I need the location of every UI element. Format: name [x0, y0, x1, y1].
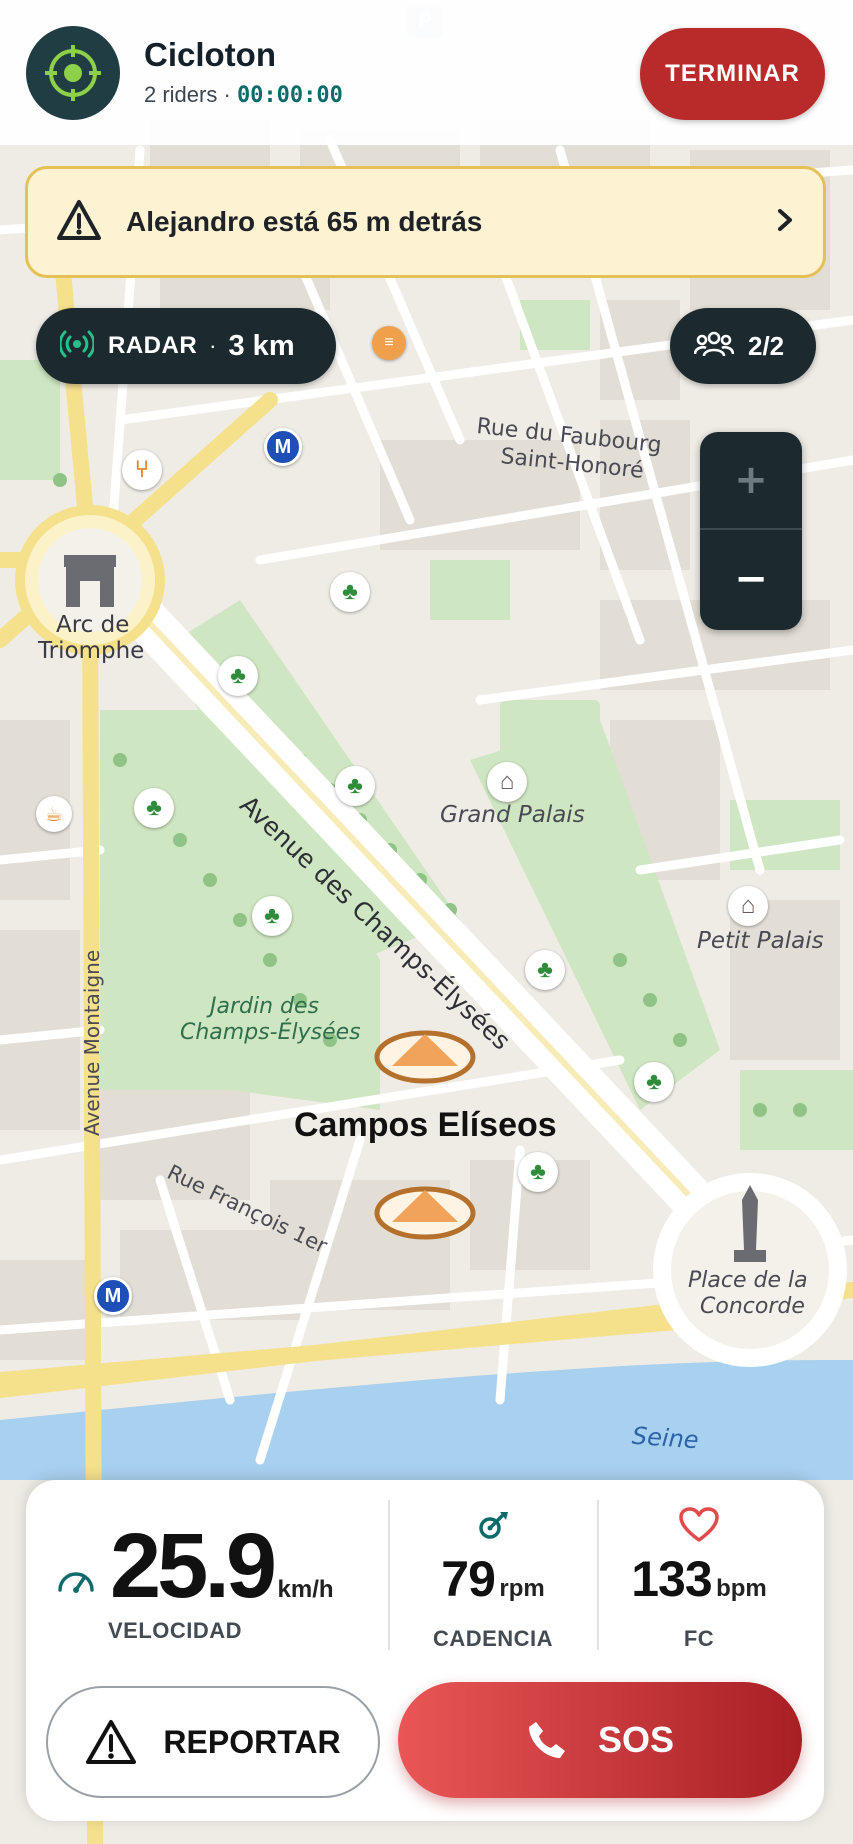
group-icon [693, 329, 735, 364]
radar-range-value: 3 km [228, 329, 295, 362]
tree-icon: ♣ [134, 788, 174, 828]
radar-label: RADAR [108, 332, 198, 359]
app-title: Cicloton [144, 36, 276, 73]
report-label: REPORTAR [163, 1723, 341, 1760]
cadence-value: 79 [441, 1551, 496, 1607]
metro-station-icon[interactable]: M [264, 428, 302, 466]
rider-count: 2 riders [144, 82, 218, 107]
speed-value: 25.9 [110, 1515, 277, 1617]
tree-icon: ♣ [335, 766, 375, 806]
top-bar: Cicloton 2 riders · 00:00:00 TERMINAR [0, 0, 853, 145]
session-info: 2 riders · 00:00:00 [144, 82, 343, 108]
river-label: Seine [631, 1421, 700, 1455]
speed-label: VELOCIDAD [108, 1618, 243, 1643]
museum-icon[interactable]: ⌂ [728, 886, 768, 926]
report-button[interactable]: REPORTAR [46, 1686, 380, 1798]
speedometer-icon [56, 1566, 96, 1599]
speed-stat: 25.9 km/h VELOCIDAD [26, 1500, 386, 1650]
heart-rate-stat: 133 bpm FC [599, 1500, 799, 1651]
separator: · [223, 82, 231, 107]
park-label: Champs-Élysées [180, 1020, 361, 1045]
street-label: Avenue Montaigne [80, 949, 104, 1136]
tree-icon: ♣ [525, 950, 565, 990]
zoom-in-button[interactable]: + [700, 432, 802, 530]
zoom-out-button[interactable]: − [700, 530, 802, 628]
riders-count-button[interactable]: 2/2 [670, 308, 816, 384]
radar-range-button[interactable]: RADAR · 3 km [36, 308, 336, 384]
metro-station-icon[interactable]: M [94, 1277, 132, 1315]
alert-message: Alejandro está 65 m detrás [126, 206, 483, 237]
heart-icon [599, 1500, 799, 1550]
warning-icon [85, 1719, 137, 1765]
session-timer: 00:00:00 [236, 83, 343, 108]
landmark-label: Concorde [700, 1294, 805, 1319]
cadence-stat: 79 rpm CADENCIA [390, 1500, 596, 1651]
landmark-label: Grand Palais [440, 802, 585, 828]
heart-rate-unit: bpm [716, 1575, 767, 1602]
sos-label: SOS [597, 1719, 675, 1760]
sos-button[interactable]: SOS [398, 1682, 802, 1798]
radar-icon [58, 329, 96, 364]
ride-stats-panel: 25.9 km/h VELOCIDAD 79 rpm CADENCIA 133 … [26, 1480, 824, 1821]
speed-unit: km/h [277, 1576, 334, 1603]
tree-icon: ♣ [518, 1152, 558, 1192]
separator: · [209, 333, 217, 358]
riders-count: 2/2 [748, 330, 785, 361]
tree-icon: ♣ [634, 1062, 674, 1102]
zoom-controls: + − [700, 432, 802, 630]
heart-rate-label: FC [683, 1626, 715, 1651]
fastfood-icon[interactable]: ≡ [372, 326, 406, 360]
cafe-icon[interactable]: ☕ [36, 796, 72, 832]
landmark-label: Arc de [56, 612, 130, 638]
cadence-label: CADENCIA [432, 1626, 554, 1651]
tree-icon: ♣ [330, 572, 370, 612]
museum-icon[interactable]: ⌂ [487, 762, 527, 802]
cadence-unit: rpm [499, 1575, 545, 1602]
restaurant-icon[interactable]: ⑂ [122, 450, 162, 490]
chevron-right-icon [775, 207, 795, 238]
landmark-label: Petit Palais [697, 928, 824, 954]
warning-icon [56, 199, 102, 246]
park-label: Jardin des [210, 994, 319, 1019]
proximity-alert[interactable]: Alejandro está 65 m detrás [25, 166, 826, 278]
tree-icon: ♣ [252, 896, 292, 936]
area-label: Campos Elíseos [294, 1106, 557, 1144]
end-session-button[interactable]: TERMINAR [640, 28, 825, 120]
app-logo-icon [26, 26, 120, 120]
tree-icon: ♣ [218, 656, 258, 696]
cadence-icon [390, 1500, 596, 1550]
rider-marker-self[interactable] [374, 1186, 476, 1240]
heart-rate-value: 133 [631, 1551, 712, 1607]
landmark-label: Place de la [688, 1268, 808, 1293]
phone-icon [526, 1719, 568, 1761]
rider-marker-ahead[interactable] [374, 1030, 476, 1084]
landmark-label: Triomphe [38, 638, 145, 664]
